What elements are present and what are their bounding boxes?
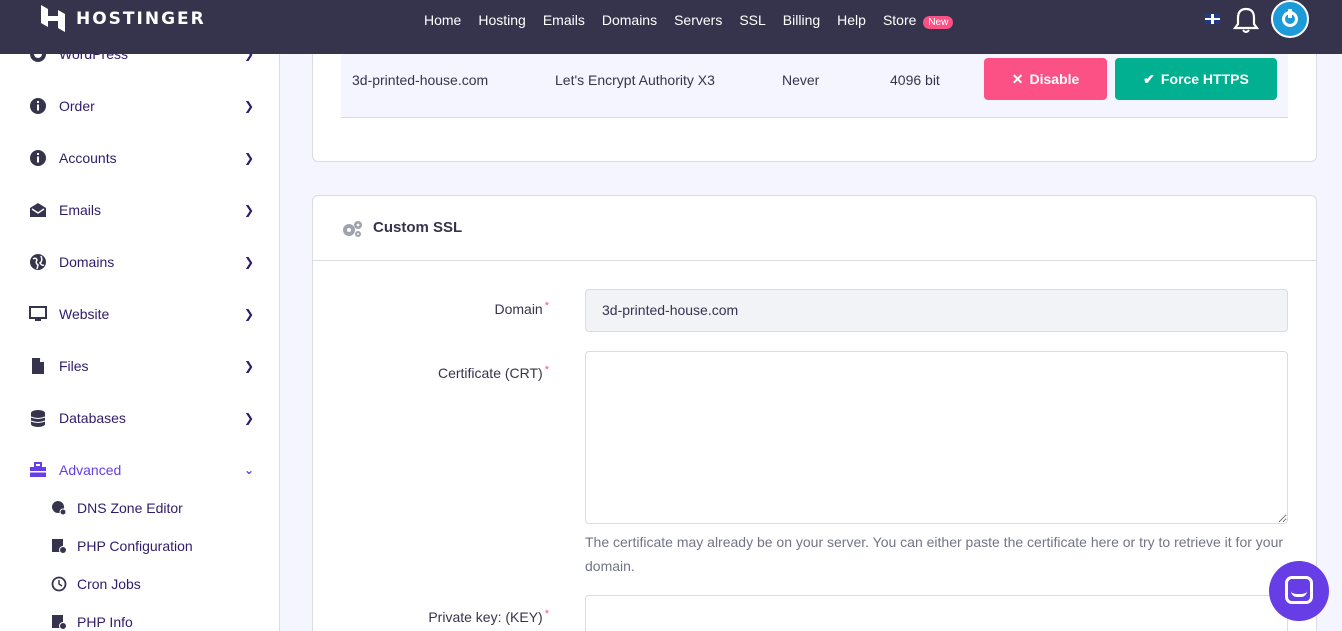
top-navigation-bar: HOSTINGER Home Hosting Emails Domains Se… <box>0 0 1342 54</box>
nav-store[interactable]: Store New <box>882 12 954 29</box>
sidebar-item-label: Accounts <box>59 150 117 166</box>
force-https-button[interactable]: ✔ Force HTTPS <box>1115 58 1277 100</box>
database-icon <box>30 410 46 427</box>
chevron-right-icon: ❯ <box>244 99 255 113</box>
brand-logo[interactable]: HOSTINGER <box>40 5 206 32</box>
sidebar-subitem-label: Cron Jobs <box>77 576 141 592</box>
domain-label: Domain * <box>494 300 549 317</box>
user-avatar[interactable] <box>1271 0 1309 38</box>
ssl-expires-cell: Never <box>782 72 820 88</box>
nav-emails[interactable]: Emails <box>543 12 585 28</box>
custom-ssl-title: Custom SSL <box>373 219 463 236</box>
sidebar-subitem-label: PHP Configuration <box>77 538 193 554</box>
globe-icon <box>30 254 46 270</box>
sidebar-item-label: Domains <box>59 254 115 270</box>
certificate-label-text: Certificate (CRT) <box>437 365 543 381</box>
nav-home[interactable]: Home <box>424 12 461 28</box>
file-icon <box>32 358 44 374</box>
nav-ssl[interactable]: SSL <box>739 12 765 28</box>
check-icon: ✔ <box>1143 70 1155 87</box>
sidebar-item-emails[interactable]: Emails ❯ <box>0 184 279 236</box>
ssl-key-size-cell: 4096 bit <box>890 72 940 88</box>
chat-icon <box>1285 576 1313 604</box>
sidebar-subitem-cron-jobs[interactable]: Cron Jobs <box>0 565 279 603</box>
sidebar-item-label: Files <box>59 358 89 374</box>
ssl-domain-cell: 3d-printed-house.com <box>352 72 489 88</box>
required-asterisk: * <box>544 364 549 376</box>
certificate-textarea[interactable] <box>585 351 1288 524</box>
sidebar-subitem-label: DNS Zone Editor <box>77 500 183 516</box>
new-badge: New <box>923 16 954 29</box>
sidebar-item-label: Emails <box>59 202 102 218</box>
info-icon <box>30 150 46 166</box>
sidebar-subitem-php-info[interactable]: PHP Info <box>0 603 279 631</box>
php-info-icon <box>52 615 67 630</box>
toolbox-icon <box>30 462 46 477</box>
chevron-right-icon: ❯ <box>244 255 255 269</box>
close-icon: ✕ <box>1011 70 1024 87</box>
private-key-textarea[interactable] <box>585 595 1288 631</box>
nav-store-label: Store <box>882 12 917 28</box>
uk-flag-icon[interactable] <box>1205 14 1220 24</box>
nav-billing[interactable]: Billing <box>783 12 820 28</box>
envelope-icon <box>30 203 46 217</box>
nav-domains[interactable]: Domains <box>602 12 657 28</box>
required-asterisk: * <box>544 300 549 312</box>
chevron-right-icon: ❯ <box>244 359 255 373</box>
sidebar-item-files[interactable]: Files ❯ <box>0 340 279 392</box>
monitor-icon <box>29 306 47 321</box>
nav-servers[interactable]: Servers <box>674 12 722 28</box>
private-key-label: Private key: (KEY) * <box>428 608 549 625</box>
sidebar-item-label: Advanced <box>59 462 122 478</box>
domain-label-text: Domain <box>494 301 543 317</box>
clock-icon <box>51 576 67 592</box>
sidebar-subitem-label: PHP Info <box>77 614 133 630</box>
info-icon <box>30 98 46 114</box>
domain-field[interactable]: 3d-printed-house.com <box>585 289 1288 332</box>
chevron-right-icon: ❯ <box>244 307 255 321</box>
chevron-right-icon: ❯ <box>244 151 255 165</box>
sidebar-item-label: Databases <box>59 410 126 426</box>
force-https-label: Force HTTPS <box>1160 71 1249 87</box>
nav-help[interactable]: Help <box>837 12 866 28</box>
power-icon <box>1282 9 1298 27</box>
sidebar-item-website[interactable]: Website ❯ <box>0 288 279 340</box>
hostinger-logo-icon <box>41 5 65 32</box>
sidebar-item-accounts[interactable]: Accounts ❯ <box>0 132 279 184</box>
dns-icon <box>52 501 67 516</box>
main-nav: Home Hosting Emails Domains Servers SSL … <box>424 0 954 40</box>
certificate-label: Certificate (CRT) * <box>437 364 549 381</box>
ssl-issuer-cell: Let's Encrypt Authority X3 <box>555 72 715 88</box>
sidebar: WordPress ❯ Order ❯ Accounts ❯ Emails ❯ … <box>0 0 280 631</box>
sidebar-subitem-php-configuration[interactable]: PHP Configuration <box>0 527 279 565</box>
sidebar-item-domains[interactable]: Domains ❯ <box>0 236 279 288</box>
bell-icon[interactable] <box>1233 6 1259 34</box>
disable-label: Disable <box>1029 71 1080 87</box>
nav-hosting[interactable]: Hosting <box>478 12 525 28</box>
live-chat-button[interactable] <box>1269 561 1329 621</box>
sidebar-item-order[interactable]: Order ❯ <box>0 80 279 132</box>
required-asterisk: * <box>544 608 549 620</box>
sidebar-subitem-dns-zone-editor[interactable]: DNS Zone Editor <box>0 489 279 527</box>
chevron-down-icon: ⌄ <box>244 463 255 477</box>
sidebar-item-label: Order <box>59 98 95 114</box>
certificate-help-text: The certificate may already be on your s… <box>585 534 1284 574</box>
private-key-label-text: Private key: (KEY) <box>428 609 543 625</box>
sidebar-item-label: Website <box>59 306 110 322</box>
sidebar-item-databases[interactable]: Databases ❯ <box>0 392 279 444</box>
custom-ssl-header: Custom SSL <box>313 196 1316 261</box>
gears-icon <box>343 221 362 237</box>
php-config-icon <box>52 539 67 554</box>
disable-button[interactable]: ✕ Disable <box>984 58 1107 100</box>
chevron-right-icon: ❯ <box>244 411 255 425</box>
chevron-right-icon: ❯ <box>244 203 255 217</box>
brand-name: HOSTINGER <box>76 8 206 29</box>
